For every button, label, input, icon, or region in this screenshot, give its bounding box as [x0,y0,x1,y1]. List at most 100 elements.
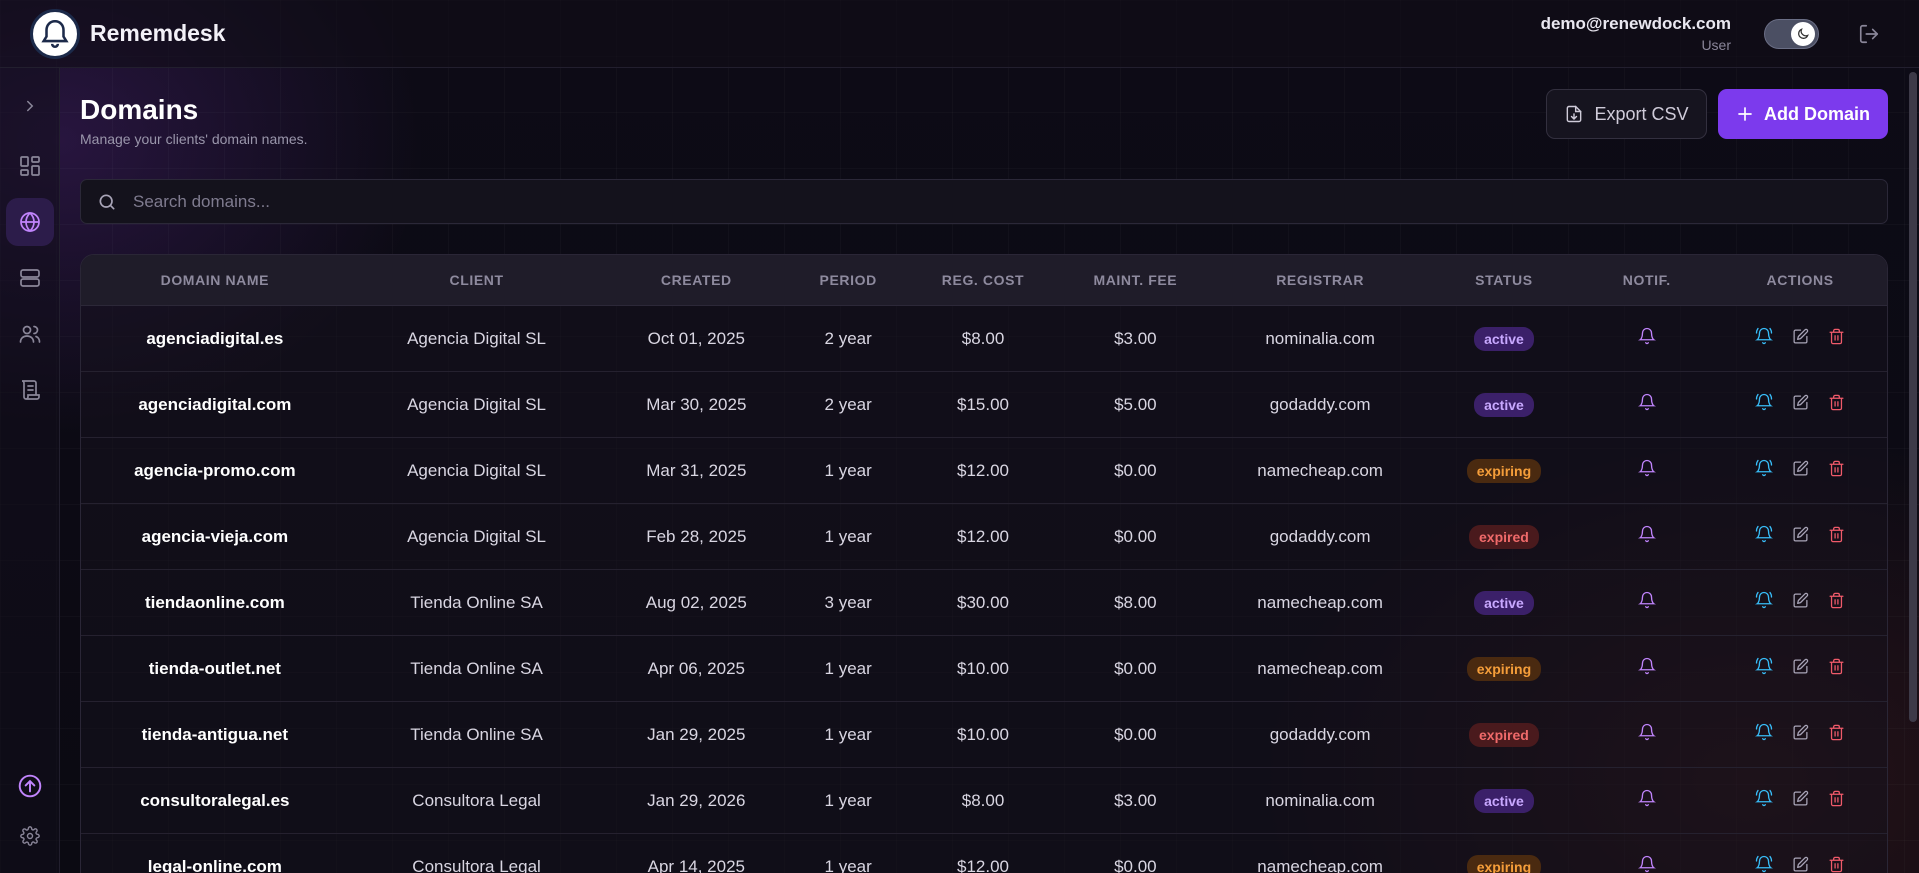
edit-icon[interactable] [1792,526,1809,548]
delete-icon[interactable] [1828,526,1845,548]
page-title: Domains [80,94,199,125]
page-subtitle: Manage your clients' domain names. [80,131,308,147]
table-row[interactable]: consultoralegal.es Consultora Legal Jan 29… [81,768,1887,834]
column-header-created[interactable]: CREATED [604,272,788,288]
domain-name[interactable]: tiendaonline.com [81,593,349,613]
domain-name[interactable]: consultoralegal.es [81,791,349,811]
period: 1 year [824,724,872,744]
bell-icon[interactable] [1637,525,1656,547]
column-header-client[interactable]: CLIENT [349,272,605,288]
delete-icon[interactable] [1828,658,1845,680]
notify-ring-icon[interactable] [1755,855,1774,873]
domain-name[interactable]: agenciadigital.es [81,329,349,349]
notify-ring-icon[interactable] [1755,459,1774,482]
delete-icon[interactable] [1828,724,1845,746]
notify-ring-icon[interactable] [1755,657,1774,680]
notify-ring-icon[interactable] [1755,327,1774,350]
edit-icon[interactable] [1792,460,1809,482]
edit-icon[interactable] [1792,394,1809,416]
delete-icon[interactable] [1828,592,1845,614]
bell-icon[interactable] [1637,789,1656,811]
bell-icon[interactable] [1637,393,1656,415]
sidebar-item-domains[interactable] [6,198,54,246]
status-cell: active [1428,788,1581,813]
table-row[interactable]: agenciadigital.es Agencia Digital SL Oct 0… [81,306,1887,372]
sidebar-item-logs[interactable] [6,366,54,414]
theme-toggle[interactable] [1764,19,1819,49]
domain-name[interactable]: legal-online.com [81,857,349,873]
sidebar-expand-button[interactable] [6,82,54,130]
actions-cell [1713,789,1887,812]
column-header-status[interactable]: STATUS [1428,272,1581,288]
search-bar [80,179,1888,224]
page-scrollbar[interactable] [1909,72,1917,722]
user-role: User [1701,37,1731,53]
bell-icon[interactable] [1637,591,1656,613]
search-input[interactable] [133,191,1833,212]
table-row[interactable]: legal-online.com Consultora Legal Apr 14, … [81,834,1887,873]
registrar: namecheap.com [1257,460,1383,480]
delete-icon[interactable] [1828,328,1845,350]
brand[interactable]: Rememdesk [30,8,226,59]
created-date: Mar 30, 2025 [646,394,747,414]
bell-icon[interactable] [1637,327,1656,349]
sidebar-item-upgrade[interactable] [6,762,54,810]
registrar: nominalia.com [1265,328,1375,348]
edit-icon[interactable] [1792,592,1809,614]
bell-icon[interactable] [1637,657,1656,679]
table-row[interactable]: tienda-antigua.net Tienda Online SA Jan 29… [81,702,1887,768]
domain-name[interactable]: agencia-promo.com [81,461,349,481]
bell-icon[interactable] [1637,723,1656,745]
actions-cell [1713,327,1887,350]
bell-icon[interactable] [1637,459,1656,481]
period: 1 year [824,460,872,480]
edit-icon[interactable] [1792,724,1809,746]
edit-icon[interactable] [1792,658,1809,680]
table-row[interactable]: agencia-vieja.com Agencia Digital SL Feb 2… [81,504,1887,570]
edit-icon[interactable] [1792,856,1809,873]
sidebar-item-settings[interactable] [6,812,54,860]
table-row[interactable]: agencia-promo.com Agencia Digital SL Mar 3… [81,438,1887,504]
notify-ring-icon[interactable] [1755,723,1774,746]
notify-ring-icon[interactable] [1755,525,1774,548]
column-header-maint-fee[interactable]: MAINT. FEE [1058,272,1213,288]
status-cell: expiring [1428,458,1581,483]
delete-icon[interactable] [1828,394,1845,416]
domain-name[interactable]: tienda-outlet.net [81,659,349,679]
sidebar-item-hosting[interactable] [6,254,54,302]
client-name: Agencia Digital SL [407,328,547,348]
delete-icon[interactable] [1828,460,1845,482]
created-date: Feb 28, 2025 [646,526,747,546]
column-header-period[interactable]: PERIOD [788,272,908,288]
column-header-registrar[interactable]: REGISTRAR [1213,272,1428,288]
column-header-reg-cost[interactable]: REG. COST [908,272,1058,288]
registrar: namecheap.com [1257,658,1383,678]
bell-icon[interactable] [1637,855,1656,873]
notify-ring-icon[interactable] [1755,591,1774,614]
maint-fee: $3.00 [1114,790,1157,810]
export-csv-button[interactable]: Export CSV [1546,89,1707,139]
table-row[interactable]: tiendaonline.com Tienda Online SA Aug 02, … [81,570,1887,636]
domain-name[interactable]: agencia-vieja.com [81,527,349,547]
maint-fee: $0.00 [1114,856,1157,873]
domain-name[interactable]: tienda-antigua.net [81,725,349,745]
maint-fee: $0.00 [1114,724,1157,744]
bell-logo-icon [30,8,80,59]
table-row[interactable]: tienda-outlet.net Tienda Online SA Apr 06,… [81,636,1887,702]
sidebar-item-clients[interactable] [6,310,54,358]
notify-ring-icon[interactable] [1755,393,1774,416]
delete-icon[interactable] [1828,856,1845,873]
add-domain-button[interactable]: Add Domain [1718,89,1888,139]
column-header-domain[interactable]: DOMAIN NAME [81,272,349,288]
table-row[interactable]: agenciadigital.com Agencia Digital SL Mar … [81,372,1887,438]
edit-icon[interactable] [1792,328,1809,350]
actions-cell [1713,393,1887,416]
edit-icon[interactable] [1792,790,1809,812]
logout-icon[interactable] [1858,23,1880,50]
created-date: Jan 29, 2025 [647,724,746,744]
delete-icon[interactable] [1828,790,1845,812]
domain-name[interactable]: agenciadigital.com [81,395,349,415]
sidebar-item-dashboard[interactable] [6,142,54,190]
notify-ring-icon[interactable] [1755,789,1774,812]
status-badge: expired [1469,524,1539,549]
